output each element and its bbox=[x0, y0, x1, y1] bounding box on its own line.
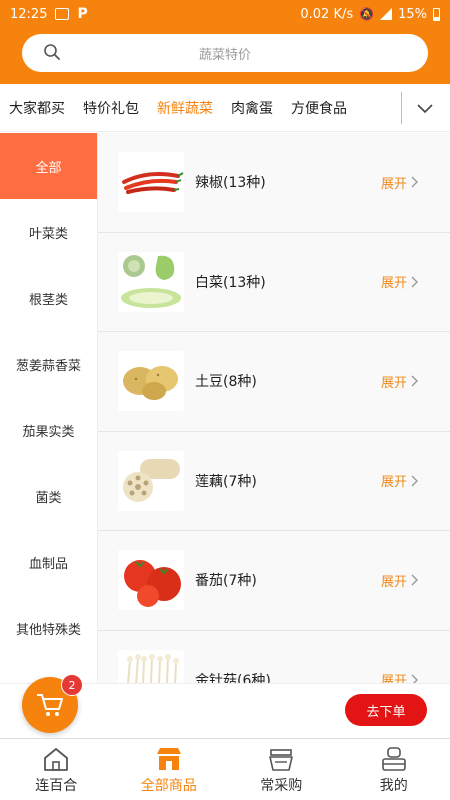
expand-button[interactable]: 展开 bbox=[381, 670, 419, 683]
list-item[interactable]: 金针菇(6种) 展开 bbox=[98, 630, 450, 683]
chili-icon bbox=[118, 152, 184, 213]
store-icon bbox=[156, 748, 181, 770]
expand-label: 展开 bbox=[381, 475, 408, 491]
list-item[interactable]: 辣椒(13种) 展开 bbox=[98, 133, 450, 233]
p-notification-icon: P bbox=[77, 6, 88, 22]
chevron-right-icon bbox=[411, 375, 419, 387]
tab-meat-poultry-eggs[interactable]: 肉禽蛋 bbox=[222, 98, 282, 118]
expand-label: 展开 bbox=[381, 375, 408, 391]
sidebar-item-leafy[interactable]: 叶菜类 bbox=[0, 199, 97, 265]
sidebar-item-aromatics[interactable]: 葱姜蒜香菜 bbox=[0, 331, 97, 397]
chevron-right-icon bbox=[411, 475, 419, 487]
list-item[interactable]: 白菜(13种) 展开 bbox=[98, 232, 450, 332]
mute-bell-icon: 🔕 bbox=[359, 7, 375, 21]
sidebar-item-root[interactable]: 根茎类 bbox=[0, 265, 97, 331]
user-icon bbox=[381, 747, 406, 771]
tab-fresh-vegetables[interactable]: 新鲜蔬菜 bbox=[148, 98, 222, 118]
chevron-right-icon bbox=[411, 276, 419, 288]
enoki-icon bbox=[118, 649, 184, 683]
sidebar-item-other[interactable]: 其他特殊类 bbox=[0, 595, 97, 661]
list-item-name: 土豆(8种) bbox=[195, 374, 257, 391]
basket-icon bbox=[269, 749, 294, 771]
list-item-name: 白菜(13种) bbox=[195, 274, 266, 291]
home-icon bbox=[44, 748, 69, 771]
tomato-icon bbox=[118, 550, 184, 611]
nav-item-home[interactable]: 连百合 bbox=[0, 739, 113, 800]
nav-label: 我的 bbox=[379, 778, 408, 794]
list-item[interactable]: 土豆(8种) 展开 bbox=[98, 332, 450, 432]
subcategory-sidebar: 全部 叶菜类 根茎类 葱姜蒜香菜 茄果实类 菌类 血制品 其他特殊类 bbox=[0, 133, 98, 683]
list-item-name: 辣椒(13种) bbox=[195, 175, 266, 192]
search-icon bbox=[44, 44, 60, 60]
battery-percent: 15% bbox=[398, 6, 427, 22]
product-group-list: 辣椒(13种) 展开 白菜(13种) 展开 土豆(8种) 展开 莲藕(7种) 展… bbox=[98, 133, 450, 683]
nav-label: 常采购 bbox=[260, 778, 303, 794]
expand-button[interactable]: 展开 bbox=[381, 173, 419, 192]
tab-popular[interactable]: 大家都买 bbox=[0, 98, 74, 118]
expand-button[interactable]: 展开 bbox=[381, 471, 419, 490]
status-time: 12:25 bbox=[10, 6, 48, 22]
bottom-navigation: 连百合 全部商品 常采购 我的 bbox=[0, 738, 450, 800]
expand-button[interactable]: 展开 bbox=[381, 571, 419, 590]
search-placeholder: 蔬菜特价 bbox=[198, 47, 251, 63]
tab-gift-packs[interactable]: 特价礼包 bbox=[74, 98, 148, 118]
status-bar: 12:25 P 0.02 K/s 🔕 15% bbox=[0, 0, 450, 28]
nav-label: 连百合 bbox=[35, 778, 78, 794]
network-speed: 0.02 K/s bbox=[300, 6, 354, 22]
signal-icon bbox=[380, 8, 393, 20]
chevron-right-icon bbox=[411, 574, 419, 586]
cart-count-badge: 2 bbox=[61, 674, 83, 696]
tab-convenience-food[interactable]: 方便食品 bbox=[282, 98, 356, 118]
list-item[interactable]: 莲藕(7种) 展开 bbox=[98, 431, 450, 531]
chevron-right-icon bbox=[411, 674, 419, 683]
chevron-down-icon[interactable] bbox=[416, 99, 434, 117]
list-item[interactable]: 番茄(7种) 展开 bbox=[98, 531, 450, 631]
nav-item-frequent[interactable]: 常采购 bbox=[225, 739, 338, 800]
nav-item-mine[interactable]: 我的 bbox=[338, 739, 450, 800]
image-notification-icon bbox=[55, 8, 70, 20]
list-item-name: 番茄(7种) bbox=[195, 573, 257, 590]
nav-item-all-products[interactable]: 全部商品 bbox=[113, 739, 226, 800]
list-item-name: 莲藕(7种) bbox=[195, 473, 257, 490]
battery-icon bbox=[433, 7, 440, 21]
expand-label: 展开 bbox=[381, 574, 408, 590]
chevron-right-icon bbox=[411, 176, 419, 188]
expand-label: 展开 bbox=[381, 276, 408, 292]
expand-label: 展开 bbox=[381, 176, 408, 192]
expand-button[interactable]: 展开 bbox=[381, 372, 419, 391]
list-item-name: 金针菇(6种) bbox=[195, 672, 271, 683]
sidebar-item-mushroom[interactable]: 菌类 bbox=[0, 463, 97, 529]
app-header: 12:25 P 0.02 K/s 🔕 15% 蔬菜特价 bbox=[0, 0, 450, 84]
nav-label: 全部商品 bbox=[140, 778, 197, 794]
sidebar-item-fruit-veg[interactable]: 茄果实类 bbox=[0, 397, 97, 463]
shopping-cart-icon bbox=[37, 694, 63, 716]
cabbage-icon bbox=[118, 251, 184, 312]
sidebar-item-all[interactable]: 全部 bbox=[0, 133, 97, 199]
expand-button[interactable]: 展开 bbox=[381, 272, 419, 291]
category-tabs: 大家都买 特价礼包 新鲜蔬菜 肉禽蛋 方便食品 bbox=[0, 84, 450, 132]
sidebar-item-blood-products[interactable]: 血制品 bbox=[0, 529, 97, 595]
search-bar[interactable]: 蔬菜特价 bbox=[22, 34, 428, 72]
place-order-button[interactable]: 去下单 bbox=[345, 694, 427, 726]
lotus-root-icon bbox=[118, 450, 184, 511]
expand-label: 展开 bbox=[381, 674, 408, 683]
tabs-divider bbox=[401, 92, 402, 124]
potato-icon bbox=[118, 351, 184, 412]
